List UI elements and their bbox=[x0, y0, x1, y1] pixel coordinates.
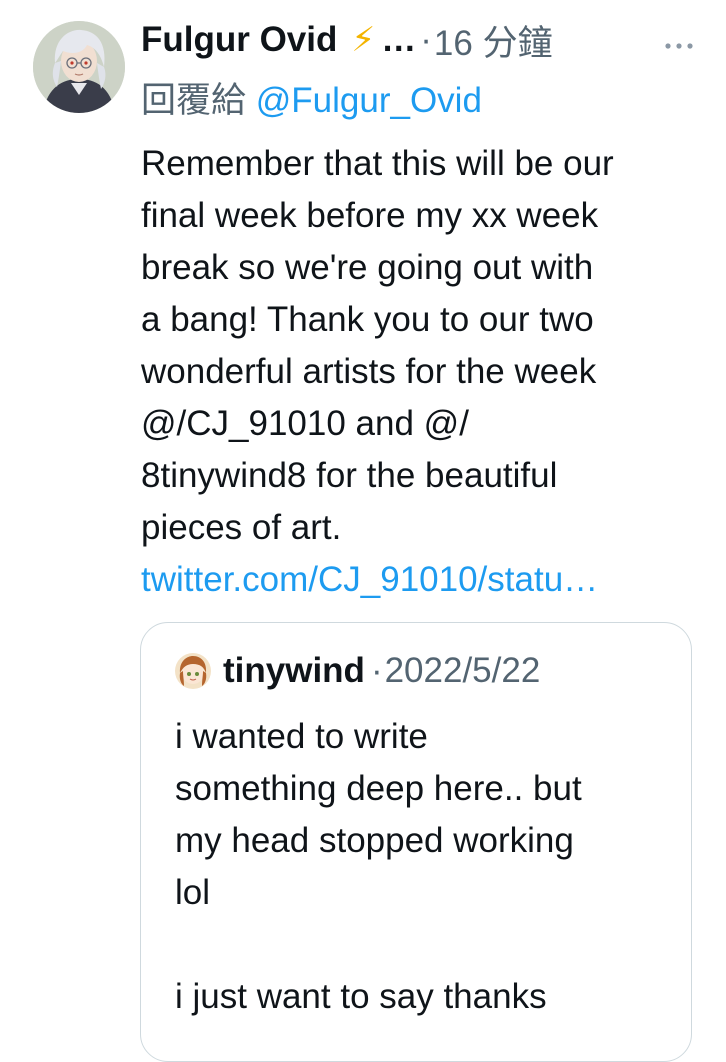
tweet-body-line: wonderful artists for the week bbox=[141, 352, 597, 391]
tweet-body-line: break so we're going out with bbox=[141, 248, 594, 287]
tweet-body-line: pieces of art. bbox=[141, 508, 342, 547]
tweet-timestamp[interactable]: 16 分鐘 bbox=[434, 15, 553, 66]
tweet-body: Remember that this will be our final wee… bbox=[141, 138, 711, 606]
author-avatar[interactable] bbox=[33, 21, 125, 113]
quoted-tweet-date[interactable]: 2022/5/22 bbox=[385, 651, 541, 691]
tweet-body-line: 8tinywind8 for the beautiful bbox=[141, 456, 558, 495]
lightning-emoji: ⚡ bbox=[351, 21, 376, 59]
quoted-body-line: lol bbox=[175, 873, 211, 912]
quoted-tweet-card[interactable]: tinywind · 2022/5/22 i wanted to write s… bbox=[140, 622, 692, 1062]
tweet-body-line: @/CJ_91010 and @/ bbox=[141, 404, 469, 443]
tweet-body-line: a bang! Thank you to our two bbox=[141, 300, 594, 339]
quoted-body-line bbox=[175, 919, 675, 971]
quoted-author-name[interactable]: tinywind bbox=[223, 651, 365, 691]
reply-context: 回覆給 @Fulgur_Ovid bbox=[141, 72, 482, 123]
more-horizontal-icon[interactable] bbox=[664, 26, 694, 58]
quoted-author-avatar[interactable] bbox=[175, 653, 211, 689]
quoted-body-line: something deep here.. but bbox=[175, 769, 582, 808]
quoted-body-line: i wanted to write bbox=[175, 717, 428, 756]
tweet-body-line: final week before my xx week bbox=[141, 196, 599, 235]
quoted-body-line: i just want to say thanks bbox=[175, 977, 547, 1016]
author-avatar-image bbox=[33, 21, 125, 113]
reply-prefix: 回覆給 bbox=[141, 81, 247, 120]
tweet-link[interactable]: twitter.com/CJ_91010/statu… bbox=[141, 554, 711, 606]
tweet-body-line: Remember that this will be our bbox=[141, 144, 614, 183]
quoted-body-line: my head stopped working bbox=[175, 821, 574, 860]
header-separator: · bbox=[420, 20, 432, 59]
reply-mention-link[interactable]: @Fulgur_Ovid bbox=[256, 81, 482, 120]
quoted-tweet-header: tinywind · 2022/5/22 bbox=[175, 651, 540, 691]
quoted-tweet-body: i wanted to write something deep here.. … bbox=[175, 711, 675, 1023]
name-truncation: … bbox=[381, 20, 417, 59]
tweet-header: Fulgur Ovid ⚡ … · 16 分鐘 bbox=[141, 14, 553, 66]
more-icon-glyph bbox=[665, 43, 693, 49]
quoted-avatar-image bbox=[175, 653, 211, 689]
author-name[interactable]: Fulgur Ovid bbox=[141, 20, 337, 60]
quoted-header-separator: · bbox=[370, 651, 383, 690]
